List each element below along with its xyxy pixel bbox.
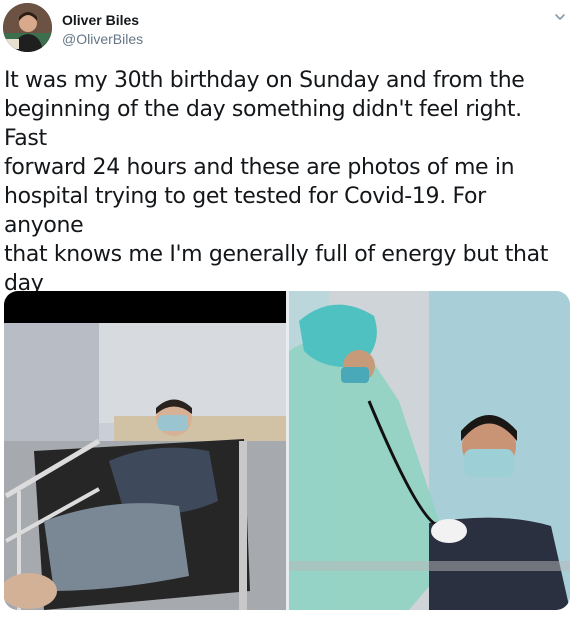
avatar[interactable] [3,3,52,52]
tweet-text: It was my 30th birthday on Sunday and fr… [4,68,549,325]
chevron-down-icon[interactable] [553,10,567,24]
photo-patient-on-bed[interactable] [4,291,286,610]
media-grid [4,291,570,610]
tweet-card: Oliver Biles @OliverBiles It was my 30th… [0,0,581,620]
handle[interactable]: @OliverBiles [62,30,143,48]
author-info: Oliver Biles @OliverBiles [62,11,143,48]
photo-doctor-stethoscope[interactable] [289,291,570,610]
display-name[interactable]: Oliver Biles [62,11,143,29]
avatar-image [3,3,52,52]
